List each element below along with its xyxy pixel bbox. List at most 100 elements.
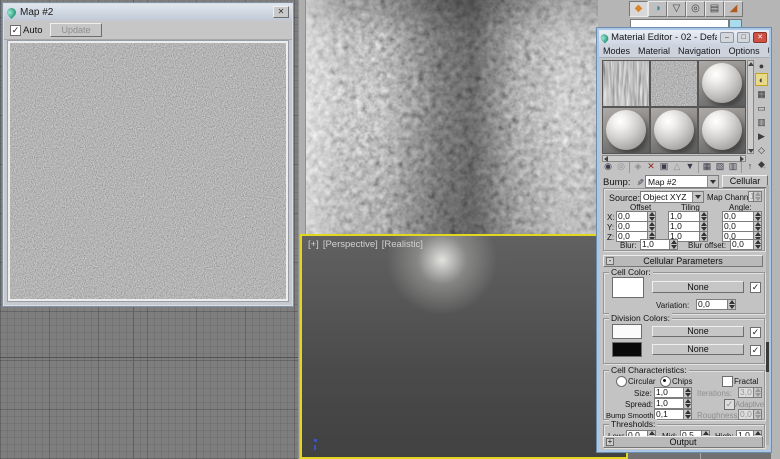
show-end-result-icon[interactable]: ▥	[727, 161, 739, 173]
get-material-icon[interactable]: ◉	[602, 161, 614, 173]
size-spinner[interactable]: 1,0	[654, 387, 692, 398]
menu-modes[interactable]: Modes	[603, 46, 630, 56]
material-editor-titlebar[interactable]: Material Editor - 02 - Default – □ ✕	[599, 30, 769, 45]
iterations-value[interactable]: 3,0	[738, 387, 753, 398]
eyedropper-icon[interactable]: ✎	[633, 176, 645, 188]
update-button[interactable]: Update	[50, 23, 102, 37]
blur-spinner[interactable]: 1,0	[640, 239, 678, 250]
output-rollout[interactable]: + Output	[603, 436, 763, 448]
roughness-spinner[interactable]: 0,0	[738, 409, 762, 420]
rollout-scrollbar[interactable]	[766, 185, 769, 445]
backlight-icon[interactable]: ◐	[755, 73, 768, 86]
display-tab[interactable]: ▤	[705, 1, 724, 17]
rollout-scrollbar-thumb[interactable]	[766, 342, 769, 372]
modify-tab[interactable]: ◑	[648, 1, 667, 17]
make-material-copy-icon[interactable]: ▣	[658, 161, 670, 173]
blur-value[interactable]: 1,0	[640, 239, 669, 250]
division-color-1-swatch[interactable]	[612, 324, 642, 339]
make-unique-icon[interactable]: △	[671, 161, 683, 173]
iterations-spinner[interactable]: 3,0	[738, 387, 762, 398]
size-value[interactable]: 1,0	[654, 387, 683, 398]
bump-smoothing-spinner[interactable]: 0,1	[654, 409, 692, 420]
utilities-tab[interactable]: ◢	[724, 1, 743, 17]
blur-offset-spinner[interactable]: 0,0	[730, 239, 762, 250]
adaptive-checkbox[interactable]	[724, 399, 735, 410]
minimize-icon[interactable]: –	[720, 32, 734, 43]
sample-slot-5[interactable]	[650, 107, 698, 154]
make-preview-icon[interactable]: ▶	[755, 129, 768, 142]
spinner-arrows-icon[interactable]	[727, 299, 736, 310]
sample-type-sphere-icon[interactable]: ●	[755, 59, 768, 72]
chips-radio[interactable]	[660, 376, 671, 387]
menu-options[interactable]: Options	[729, 46, 760, 56]
cellular-parameters-rollout[interactable]: - Cellular Parameters	[603, 255, 763, 267]
material-editor-options-icon[interactable]: ◇	[755, 143, 768, 156]
spinner-arrows-icon[interactable]	[683, 387, 692, 398]
expand-icon[interactable]: +	[606, 438, 614, 446]
hierarchy-tab[interactable]: ▽	[667, 1, 686, 17]
show-shaded-material-in-viewport-icon[interactable]: ▧	[714, 161, 726, 173]
menu-material[interactable]: Material	[638, 46, 670, 56]
close-icon[interactable]: ✕	[273, 6, 289, 18]
viewport-menu-shading[interactable]: [Realistic]	[382, 239, 423, 250]
dropdown-arrow-icon[interactable]	[692, 192, 703, 202]
create-tab[interactable]: ◆	[629, 1, 648, 17]
go-to-parent-icon[interactable]: ↑	[744, 161, 756, 173]
source-dropdown[interactable]: Object XYZ	[640, 191, 704, 203]
perspective-viewport[interactable]: [+] [Perspective] [Realistic]	[300, 234, 628, 459]
spinner-arrows-icon[interactable]	[753, 191, 762, 202]
sample-slot-1[interactable]	[602, 60, 650, 107]
map-name-dropdown[interactable]: Map #2	[645, 175, 719, 188]
fractal-checkbox[interactable]	[722, 376, 733, 387]
sample-slots-vertical-scrollbar[interactable]	[747, 60, 754, 154]
go-forward-to-sibling-icon[interactable]: →	[757, 161, 769, 173]
variation-spinner[interactable]: 0,0	[696, 299, 736, 310]
put-material-to-scene-icon[interactable]: ◎	[615, 161, 627, 173]
dropdown-arrow-icon[interactable]	[707, 176, 718, 187]
sample-slot-4[interactable]	[602, 107, 650, 154]
sample-uv-tiling-icon[interactable]: ▭	[755, 101, 768, 114]
collapse-icon[interactable]: -	[606, 257, 614, 265]
material-id-channel-icon[interactable]: ▦	[701, 161, 713, 173]
map-window-titlebar[interactable]: Map #2 ✕	[4, 4, 292, 20]
map-type-button[interactable]: Cellular	[722, 175, 768, 188]
sample-slot-2-active[interactable]	[650, 60, 698, 107]
spinner-arrows-icon[interactable]	[753, 409, 762, 420]
spread-value[interactable]: 1,0	[654, 398, 683, 409]
assign-material-to-selection-icon[interactable]: ◈	[632, 161, 644, 173]
roughness-value[interactable]: 0,0	[738, 409, 753, 420]
division-color-2-checkbox[interactable]	[750, 345, 761, 356]
sample-slot-6[interactable]	[698, 107, 746, 154]
viewport-menu-view[interactable]: [Perspective]	[323, 239, 378, 250]
close-icon[interactable]: ✕	[753, 32, 768, 43]
sample-slot-3[interactable]	[698, 60, 746, 107]
division-color-1-checkbox[interactable]	[750, 327, 761, 338]
cell-color-swatch[interactable]	[612, 277, 644, 298]
maximize-icon[interactable]: □	[736, 32, 751, 43]
cell-color-map-button[interactable]: None	[652, 281, 744, 293]
video-color-check-icon[interactable]: ▥	[755, 115, 768, 128]
circular-radio[interactable]	[616, 376, 627, 387]
menu-navigation[interactable]: Navigation	[678, 46, 721, 56]
division-color-2-map-button[interactable]: None	[652, 344, 744, 355]
viewport-menu-plus[interactable]: [+]	[308, 239, 319, 250]
spinner-arrows-icon[interactable]	[753, 387, 762, 398]
variation-value[interactable]: 0,0	[696, 299, 727, 310]
put-to-library-icon[interactable]: ▼	[684, 161, 696, 173]
spinner-arrows-icon[interactable]	[683, 409, 692, 420]
reset-map-icon[interactable]: ✕	[645, 161, 657, 173]
background-icon[interactable]: ▦	[755, 87, 768, 100]
spinner-arrows-icon[interactable]	[669, 239, 678, 250]
spinner-arrows-icon[interactable]	[683, 398, 692, 409]
bump-smoothing-value[interactable]: 0,1	[654, 409, 683, 420]
cell-color-map-checkbox[interactable]	[750, 282, 761, 293]
division-color-1-map-button[interactable]: None	[652, 326, 744, 337]
blur-offset-value[interactable]: 0,0	[730, 239, 753, 250]
auto-checkbox[interactable]	[10, 25, 21, 36]
motion-tab[interactable]: ◎	[686, 1, 705, 17]
division-color-2-swatch[interactable]	[612, 342, 642, 357]
map-channel-spinner[interactable]: 1	[748, 191, 762, 202]
menu-utilities[interactable]: Utilities	[768, 46, 769, 56]
spread-spinner[interactable]: 1,0	[654, 398, 692, 409]
spinner-arrows-icon[interactable]	[753, 239, 762, 250]
